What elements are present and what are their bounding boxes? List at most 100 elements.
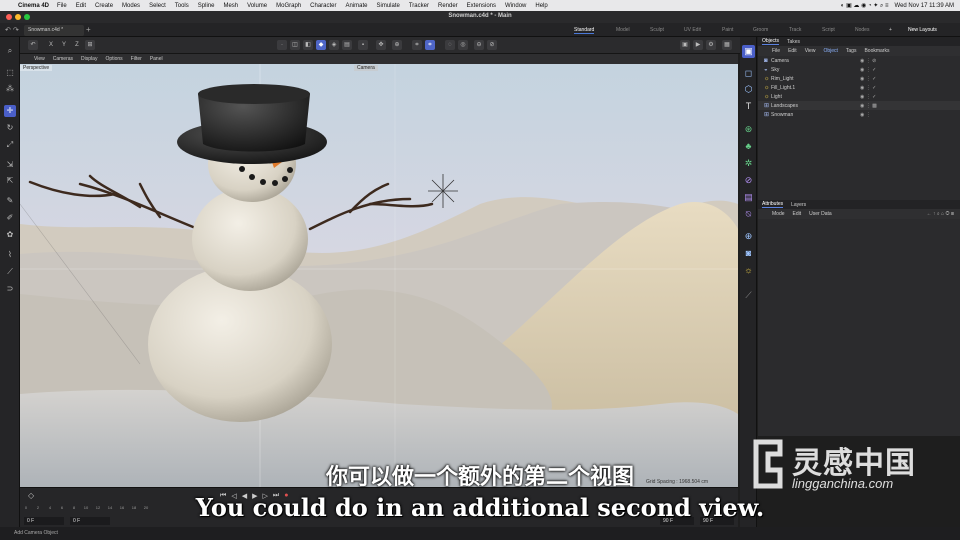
- object-flags[interactable]: ◉ ⋮ ✓: [860, 94, 876, 100]
- object-row[interactable]: ⊞ Snowman ◉ ⋮: [758, 110, 960, 119]
- menu-file[interactable]: File: [57, 3, 67, 9]
- 3d-viewport[interactable]: Perspective Camera Grid Spacing : 1968.5…: [20, 64, 738, 487]
- menu-character[interactable]: Character: [310, 3, 336, 9]
- object-row[interactable]: ☼ Fill_Light.1 ◉ ⋮ ✓: [758, 83, 960, 92]
- viewport-menu-display[interactable]: Display: [81, 56, 97, 62]
- pen-icon[interactable]: ⟋: [742, 289, 755, 302]
- objects-menu-tags[interactable]: Tags: [846, 48, 857, 54]
- attributes-menu-user-data[interactable]: User Data: [809, 211, 832, 217]
- transform-tool-icon[interactable]: ⇲: [4, 159, 16, 171]
- axis-mode-icon[interactable]: ▪: [358, 40, 368, 50]
- viewport-menu-panel[interactable]: Panel: [150, 56, 163, 62]
- primitive-icon[interactable]: ⬡: [742, 83, 755, 96]
- menu-volume[interactable]: Volume: [247, 3, 267, 9]
- viewport-menu-filter[interactable]: Filter: [131, 56, 142, 62]
- locked-workplane-icon[interactable]: ⊕: [392, 40, 402, 50]
- axis-y-button[interactable]: Y: [59, 40, 69, 50]
- generator-icon[interactable]: ⊛: [742, 123, 755, 136]
- menu-mesh[interactable]: Mesh: [223, 3, 238, 9]
- object-flags[interactable]: ◉ ⋮ ✓: [860, 85, 876, 91]
- move-tool-icon[interactable]: ✛: [4, 105, 16, 117]
- undo-icon[interactable]: ↶: [5, 26, 11, 34]
- objects-menu-object[interactable]: Object: [823, 48, 837, 54]
- tab-attributes[interactable]: Attributes: [762, 201, 784, 208]
- object-manager-icon[interactable]: ▣: [742, 45, 755, 58]
- menu-window[interactable]: Window: [505, 3, 526, 9]
- menu-modes[interactable]: Modes: [122, 3, 140, 9]
- document-tab[interactable]: Snowman.c4d *: [24, 25, 84, 36]
- magnet-icon[interactable]: ⊃: [4, 283, 16, 295]
- picture-viewer-icon[interactable]: ▦: [722, 40, 732, 50]
- attributes-nav-icons[interactable]: ← ↑ ⌕ ⌂ ◎ ⊞: [927, 211, 954, 217]
- points-icon[interactable]: ⁂: [4, 83, 16, 95]
- axis-z-button[interactable]: Z: [72, 40, 82, 50]
- viewport-menu-cameras[interactable]: Cameras: [53, 56, 73, 62]
- object-row[interactable]: ☼ Rim_Light ◉ ⋮ ✓: [758, 74, 960, 83]
- object-axis-icon[interactable]: ⇱: [4, 175, 16, 187]
- menu-create[interactable]: Create: [95, 3, 113, 9]
- menu-simulate[interactable]: Simulate: [377, 3, 400, 9]
- object-row[interactable]: ◙ Camera ◉ ⋮ ⊘: [758, 56, 960, 65]
- cloner-icon[interactable]: ♣: [742, 140, 755, 153]
- menu-extensions[interactable]: Extensions: [467, 3, 496, 9]
- camera-label[interactable]: Camera: [354, 65, 378, 71]
- redo-icon[interactable]: ↷: [13, 26, 19, 34]
- snap-icon[interactable]: ⌗: [412, 40, 422, 50]
- axis-x-button[interactable]: X: [46, 40, 56, 50]
- tab-layers[interactable]: Layers: [791, 202, 806, 208]
- uv-mode-icon[interactable]: ▤: [342, 40, 352, 50]
- paint-icon[interactable]: ✿: [4, 229, 16, 241]
- tab-objects[interactable]: Objects: [762, 38, 779, 45]
- attributes-menu-mode[interactable]: Mode: [772, 211, 785, 217]
- object-flags[interactable]: ◉ ⋮ ⊘: [860, 58, 876, 64]
- layout-sculpt[interactable]: Sculpt: [650, 27, 664, 33]
- add-tab-icon[interactable]: +: [86, 25, 91, 34]
- menu-animate[interactable]: Animate: [346, 3, 368, 9]
- spline-pen-icon[interactable]: ✎: [4, 195, 16, 207]
- objects-menu-file[interactable]: File: [772, 48, 780, 54]
- object-row[interactable]: ⊞ Landscapes ◉ ⋮ ▩: [758, 101, 960, 110]
- brush-icon[interactable]: ⌇: [4, 249, 16, 261]
- menu-tools[interactable]: Tools: [175, 3, 189, 9]
- menu-render[interactable]: Render: [438, 3, 458, 9]
- tab-takes[interactable]: Takes: [787, 39, 800, 45]
- add-layout-icon[interactable]: +: [889, 27, 892, 33]
- render-view-icon[interactable]: ▶: [693, 40, 703, 50]
- enable-axis-icon[interactable]: ✥: [376, 40, 386, 50]
- model-mode-icon[interactable]: ◆: [316, 40, 326, 50]
- scale-tool-icon[interactable]: ⤢: [4, 139, 16, 151]
- viewport-menu-options[interactable]: Options: [105, 56, 122, 62]
- objects-menu-bookmarks[interactable]: Bookmarks: [864, 48, 889, 54]
- layout-groom[interactable]: Groom: [753, 27, 768, 33]
- mograph-icon[interactable]: ✲: [742, 157, 755, 170]
- cube-icon[interactable]: ◻: [742, 67, 755, 80]
- layout-track[interactable]: Track: [789, 27, 801, 33]
- symmetry-icon[interactable]: ◎: [458, 40, 468, 50]
- layout-paint[interactable]: Paint: [722, 27, 733, 33]
- layout-nodes[interactable]: Nodes: [855, 27, 869, 33]
- object-flags[interactable]: ◉ ⋮: [860, 112, 871, 118]
- menu-mograph[interactable]: MoGraph: [276, 3, 301, 9]
- object-flags[interactable]: ◉ ⋮ ✓: [860, 76, 876, 82]
- camera-icon[interactable]: ◙: [742, 247, 755, 260]
- layout-script[interactable]: Script: [822, 27, 835, 33]
- object-row[interactable]: ☼ Light ◉ ⋮ ✓: [758, 92, 960, 101]
- app-menu[interactable]: Cinema 4D: [18, 3, 49, 9]
- menu-help[interactable]: Help: [535, 3, 547, 9]
- viewport-solo-icon[interactable]: ⊖: [474, 40, 484, 50]
- menu-select[interactable]: Select: [149, 3, 166, 9]
- objects-menu-view[interactable]: View: [805, 48, 816, 54]
- workplane-icon[interactable]: ⊘: [487, 40, 497, 50]
- render-region-icon[interactable]: ▣: [680, 40, 690, 50]
- objects-menu-edit[interactable]: Edit: [788, 48, 797, 54]
- deformer-icon[interactable]: ⊘: [742, 174, 755, 187]
- menu-spline[interactable]: Spline: [198, 3, 215, 9]
- environment-icon[interactable]: ⊕: [742, 230, 755, 243]
- undo-button[interactable]: ↶: [28, 40, 38, 50]
- object-flags[interactable]: ◉ ⋮ ✓: [860, 67, 876, 73]
- rotate-tool-icon[interactable]: ↻: [4, 122, 16, 134]
- menu-edit[interactable]: Edit: [76, 3, 86, 9]
- layout-model[interactable]: Model: [616, 27, 630, 33]
- texture-mode-icon[interactable]: ◈: [329, 40, 339, 50]
- text-icon[interactable]: T: [742, 100, 755, 113]
